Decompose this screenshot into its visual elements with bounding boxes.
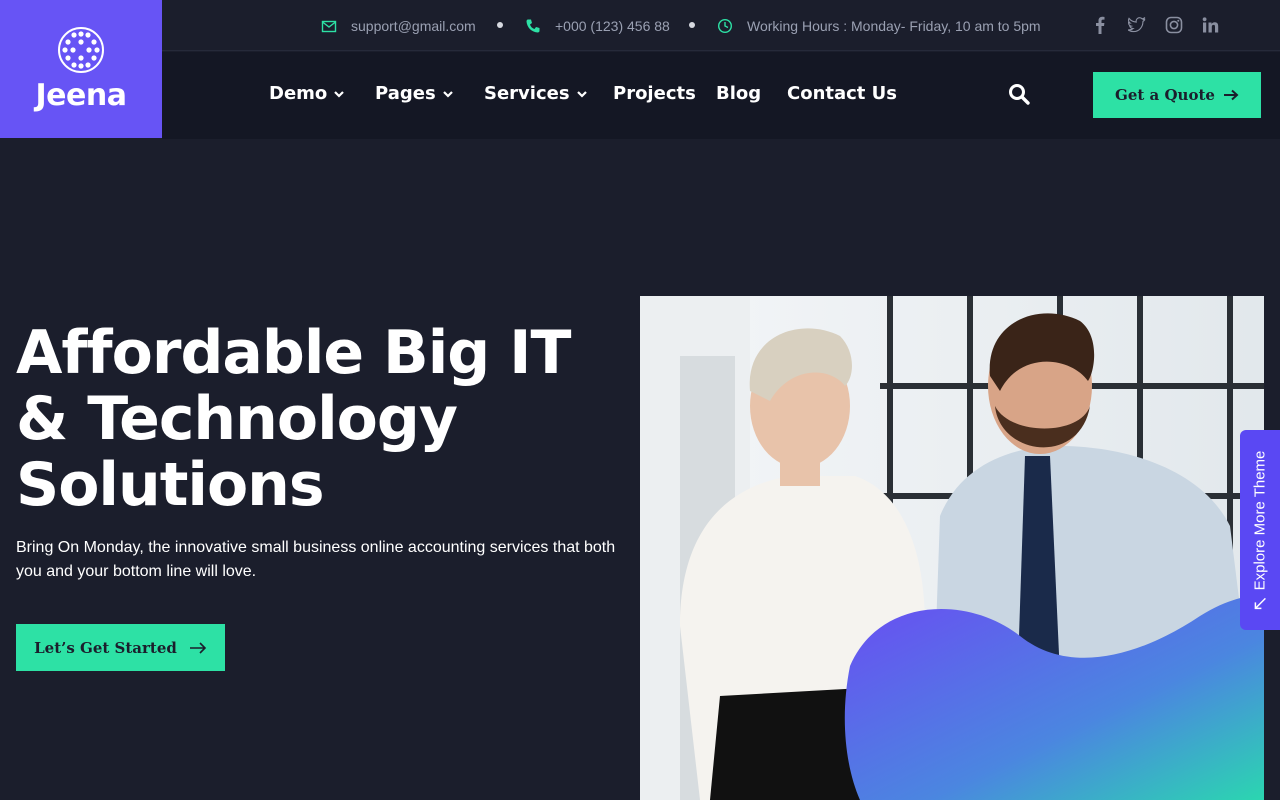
- dotted-globe-icon: [58, 26, 104, 73]
- hero-title-line: Solutions: [16, 450, 325, 520]
- phone-icon: [525, 18, 541, 34]
- phone-contact[interactable]: +000 (123) 456 88: [525, 16, 670, 36]
- top-contact-bar: support@gmail.com +000 (123) 456 88 Work…: [162, 0, 1280, 51]
- nav-label: Pages: [375, 83, 436, 104]
- nav-item-projects[interactable]: Projects: [613, 83, 696, 104]
- side-tab-label: Explore More Theme: [1251, 450, 1269, 590]
- envelope-icon: [321, 18, 337, 34]
- hours-info: Working Hours : Monday- Friday, 10 am to…: [717, 16, 1041, 36]
- hero-title-line: Affordable Big IT: [16, 318, 571, 388]
- facebook-icon[interactable]: [1090, 14, 1109, 36]
- instagram-icon[interactable]: [1164, 14, 1183, 36]
- separator-dot: [689, 22, 695, 28]
- nav-label: Contact Us: [787, 83, 898, 104]
- nav-item-blog[interactable]: Blog: [716, 83, 761, 104]
- nav-item-demo[interactable]: Demo: [269, 83, 345, 104]
- hero-photo-illustration: [640, 296, 1264, 800]
- nav-label: Demo: [269, 83, 328, 104]
- hero-title-line: & Technology: [16, 384, 458, 454]
- arrow-right-icon: [189, 641, 207, 654]
- hours-text: Working Hours : Monday- Friday, 10 am to…: [747, 18, 1041, 34]
- chevron-down-icon: [334, 90, 345, 98]
- nav-label: Blog: [716, 83, 762, 104]
- arrow-up-left-icon: [1254, 597, 1266, 609]
- nav-item-services[interactable]: Services: [484, 83, 588, 104]
- email-contact[interactable]: support@gmail.com: [321, 16, 476, 36]
- nav-item-pages[interactable]: Pages: [375, 83, 454, 104]
- linkedin-icon[interactable]: [1201, 14, 1220, 36]
- get-a-quote-button[interactable]: Get a Quote: [1093, 72, 1261, 118]
- email-text[interactable]: support@gmail.com: [351, 18, 476, 34]
- phone-text[interactable]: +000 (123) 456 88: [555, 18, 670, 34]
- chevron-down-icon: [442, 90, 453, 98]
- get-started-button[interactable]: Let’s Get Started: [16, 624, 225, 671]
- hero-image: [640, 296, 1264, 800]
- search-icon: [1009, 84, 1030, 105]
- brand-name: Jeena: [35, 77, 127, 113]
- twitter-icon[interactable]: [1127, 14, 1146, 36]
- social-links: [1090, 14, 1220, 36]
- hero-title: Affordable Big IT & Technology Solutions: [16, 320, 616, 518]
- quote-label: Get a Quote: [1115, 86, 1215, 104]
- brand-logo[interactable]: Jeena: [0, 0, 162, 138]
- chevron-down-icon: [576, 90, 587, 98]
- arrow-right-icon: [1223, 89, 1239, 101]
- search-button[interactable]: [1007, 82, 1033, 108]
- cta-label: Let’s Get Started: [34, 638, 177, 657]
- nav-label: Projects: [613, 83, 696, 104]
- nav-label: Services: [484, 83, 570, 104]
- main-navbar: Demo Pages Services Projects Blog Contac…: [162, 52, 1280, 139]
- explore-more-theme-tab[interactable]: Explore More Theme: [1240, 430, 1280, 630]
- nav-item-contact-us[interactable]: Contact Us: [787, 83, 897, 104]
- clock-icon: [717, 18, 733, 34]
- separator-dot: [497, 22, 503, 28]
- hero-subtitle: Bring On Monday, the innovative small bu…: [16, 539, 616, 580]
